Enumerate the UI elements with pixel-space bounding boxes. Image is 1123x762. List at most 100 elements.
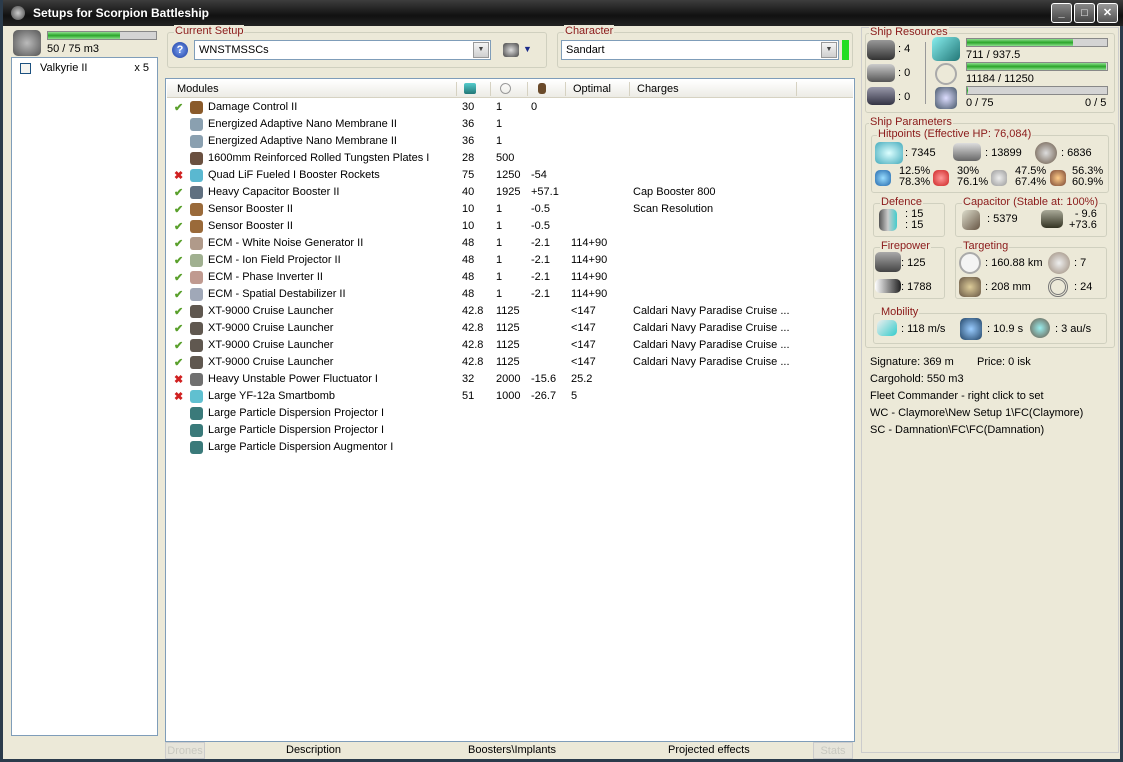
squad-commander[interactable]: SC - Damnation\FC\FC(Damnation) (870, 424, 1044, 436)
online-check-icon[interactable]: ✔ (174, 101, 183, 114)
module-row[interactable]: ✔ Sensor Booster II 10 1 -0.5 (166, 218, 854, 235)
module-row[interactable]: Large Particle Dispersion Projector I (166, 405, 854, 422)
module-row[interactable]: ✔ ECM - White Noise Generator II 48 1 -2.1 11… (166, 235, 854, 252)
header-charges[interactable]: Charges (637, 83, 679, 95)
turret-count: : 4 (898, 43, 911, 55)
dropdown-arrow-icon[interactable]: ▼ (523, 44, 532, 54)
module-cap: -26.7 (531, 390, 557, 402)
module-row[interactable]: Large Particle Dispersion Augmentor I (166, 439, 854, 456)
module-name: Quad LiF Fueled I Booster Rockets (208, 169, 380, 181)
header-optimal[interactable]: Optimal (573, 83, 611, 95)
maximize-button[interactable]: □ (1074, 3, 1095, 23)
close-button[interactable]: ✕ (1097, 3, 1118, 23)
warp-speed-icon (1030, 318, 1050, 338)
tab-projected-effects[interactable]: Projected effects (668, 744, 750, 756)
module-row[interactable]: ✖ Heavy Unstable Power Fluctuator I 32 2000… (166, 371, 854, 388)
main-window: Setups for Scorpion Battleship _ □ ✕ 50 / … (0, 0, 1123, 762)
cpu-column-icon[interactable] (464, 83, 476, 94)
module-cpu: 10 (462, 220, 475, 232)
module-row[interactable]: ✔ XT-9000 Cruise Launcher 42.8 1125 <147 Cald… (166, 337, 854, 354)
parameters-label: Ship Parameters (869, 116, 953, 128)
module-row[interactable]: ✔ XT-9000 Cruise Launcher 42.8 1125 <147 Cald… (166, 354, 854, 371)
power-column-icon[interactable] (500, 83, 511, 94)
cpu-bar (966, 38, 1108, 47)
module-name: ECM - Ion Field Projector II (208, 254, 341, 266)
powergrid-bar (966, 62, 1108, 71)
online-check-icon[interactable]: ✔ (174, 339, 183, 352)
module-row[interactable]: ✔ Damage Control II 30 1 0 (166, 99, 854, 116)
module-row[interactable]: Energized Adaptive Nano Membrane II 36 1 (166, 116, 854, 133)
module-name: Damage Control II (208, 101, 298, 113)
module-charge: Caldari Navy Paradise Cruise ... (633, 339, 790, 351)
wing-commander[interactable]: WC - Claymore\New Setup 1\FC(Claymore) (870, 407, 1083, 419)
scan-resolution-icon (959, 277, 981, 297)
module-power: 1 (496, 220, 503, 232)
turret-hardpoint-icon (867, 40, 895, 60)
defence-values: : 15: 15 (905, 208, 924, 231)
explosive-resist-icon (1050, 170, 1066, 186)
online-check-icon[interactable]: ✔ (174, 356, 183, 369)
capacitor-label: Capacitor (Stable at: 100%) (962, 196, 1100, 208)
module-row[interactable]: ✔ Sensor Booster II 10 1 -0.5 Scan Resolution (166, 201, 854, 218)
max-velocity: : 118 m/s (901, 323, 946, 335)
module-optimal: 114+90 (571, 271, 608, 283)
help-icon[interactable]: ? (172, 42, 188, 58)
module-row[interactable]: 1600mm Reinforced Rolled Tungsten Plates… (166, 150, 854, 167)
dps-icon (875, 252, 901, 272)
sensor-strength: : 24 (1074, 281, 1093, 293)
module-row[interactable]: Energized Adaptive Nano Membrane II 36 1 (166, 133, 854, 150)
dps-value: : 125 (901, 257, 926, 269)
module-name: Large Particle Dispersion Projector I (208, 424, 385, 436)
module-row[interactable]: ✔ ECM - Spatial Destabilizer II 48 1 -2.1 114… (166, 286, 854, 303)
volley-icon (875, 279, 901, 293)
drone-bandwidth-icon (935, 87, 957, 109)
scan-resolution: : 208 mm (985, 281, 1031, 293)
module-row[interactable]: ✔ XT-9000 Cruise Launcher 42.8 1125 <147 Cald… (166, 320, 854, 337)
drone-bay-bar (966, 86, 1108, 95)
online-check-icon[interactable]: ✔ (174, 220, 183, 233)
price: Price: 0 isk (977, 356, 1031, 368)
online-check-icon[interactable]: ✔ (174, 203, 183, 216)
module-row[interactable]: ✔ ECM - Phase Inverter II 48 1 -2.1 114+90 (166, 269, 854, 286)
tab-stats[interactable]: Stats (813, 742, 853, 759)
online-check-icon[interactable]: ✔ (174, 322, 183, 335)
module-charge: Scan Resolution (633, 203, 714, 215)
online-check-icon[interactable]: ✔ (174, 186, 183, 199)
module-row[interactable]: Large Particle Dispersion Projector I (166, 422, 854, 439)
header-modules[interactable]: Modules (177, 83, 219, 95)
offline-x-icon[interactable]: ✖ (174, 390, 183, 403)
offline-x-icon[interactable]: ✖ (174, 373, 183, 386)
online-check-icon[interactable]: ✔ (174, 254, 183, 267)
drone-checkbox[interactable] (20, 63, 31, 74)
online-check-icon[interactable]: ✔ (174, 305, 183, 318)
module-icon (190, 424, 203, 437)
module-row[interactable]: ✔ ECM - Ion Field Projector II 48 1 -2.1 114+… (166, 252, 854, 269)
tab-boosters-implants[interactable]: Boosters\Implants (468, 744, 556, 756)
module-cpu: 42.8 (462, 339, 484, 351)
online-check-icon[interactable]: ✔ (174, 271, 183, 284)
offline-x-icon[interactable]: ✖ (174, 169, 183, 182)
module-row[interactable]: ✖ Quad LiF Fueled I Booster Rockets 75 1250… (166, 167, 854, 184)
fleet-commander[interactable]: Fleet Commander - right click to set (870, 390, 1044, 402)
module-name: ECM - Phase Inverter II (208, 271, 323, 283)
minimize-button[interactable]: _ (1051, 3, 1072, 23)
module-row[interactable]: ✔ Heavy Capacitor Booster II 40 1925 +57.1 Ca… (166, 184, 854, 201)
module-optimal: <147 (571, 339, 596, 351)
online-check-icon[interactable]: ✔ (174, 237, 183, 250)
chevron-down-icon[interactable]: ▼ (473, 42, 489, 58)
online-check-icon[interactable]: ✔ (174, 288, 183, 301)
character-select[interactable]: Sandart ▼ (561, 40, 839, 60)
tab-description[interactable]: Description (286, 744, 341, 756)
cpu-value: 711 / 937.5 (966, 49, 1021, 61)
module-row[interactable]: ✖ Large YF-12a Smartbomb 51 1000 -26.7 5 (166, 388, 854, 405)
drone-item[interactable]: Valkyrie II x 5 (14, 60, 155, 76)
tab-drones[interactable]: Drones (165, 742, 205, 759)
capacitor-column-icon[interactable] (538, 83, 546, 94)
module-cpu: 75 (462, 169, 475, 181)
module-row[interactable]: ✔ XT-9000 Cruise Launcher 42.8 1125 <147 Cald… (166, 303, 854, 320)
ship-icon[interactable] (503, 43, 519, 57)
character-label: Character (564, 25, 615, 37)
setup-select[interactable]: WNSTMSSCs ▼ (194, 40, 491, 60)
chevron-down-icon[interactable]: ▼ (821, 42, 837, 58)
powergrid-value: 11184 / 11250 (966, 73, 1034, 85)
